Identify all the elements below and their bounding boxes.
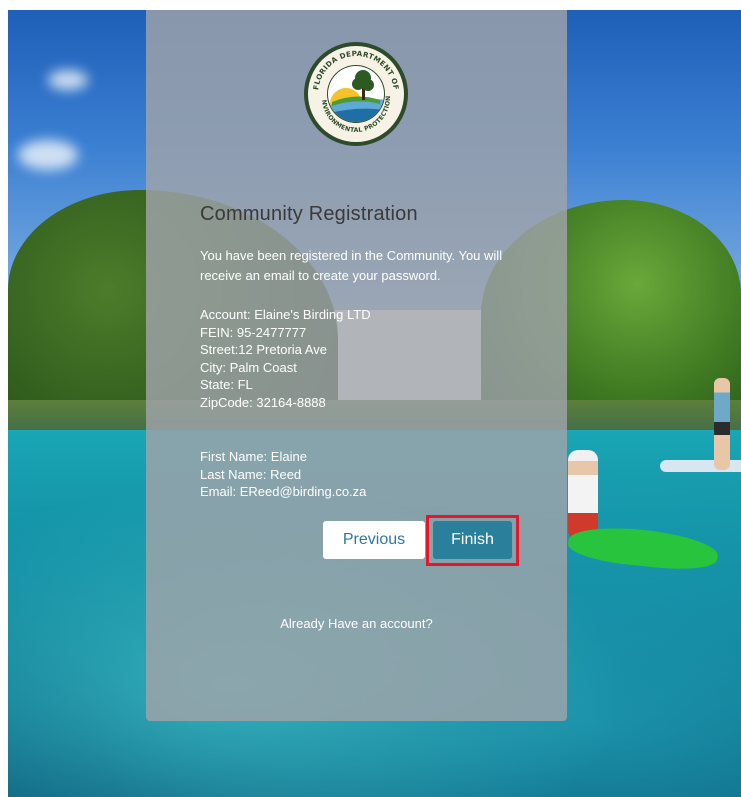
- account-zip: ZipCode: 32164-8888: [200, 394, 326, 410]
- contact-details: First Name: Elaine Last Name: Reed Email…: [200, 448, 530, 501]
- account-details: Account: Elaine's Birding LTD FEIN: 95-2…: [200, 306, 530, 412]
- page-title: Community Registration: [200, 203, 418, 225]
- cloud: [48, 70, 88, 90]
- cloud: [18, 140, 78, 170]
- confirmation-message: You have been registered in the Communit…: [200, 248, 503, 283]
- account-state: State: FL: [200, 377, 253, 393]
- contact-last-name: Last Name: Reed: [200, 466, 302, 482]
- account-name: Account: Elaine's Birding LTD: [200, 307, 371, 322]
- finish-button[interactable]: Finish: [433, 521, 512, 559]
- kayaker: [568, 450, 598, 540]
- contact-email: Email: EReed@birding.co.za: [200, 484, 367, 500]
- account-street: Street:12 Pretoria Ave: [200, 342, 327, 358]
- account-city: City: Palm Coast: [200, 359, 297, 375]
- fdep-seal-icon: FLORIDA DEPARTMENT OF ENVIRONMENTAL PROT…: [302, 40, 408, 146]
- contact-first-name: First Name: Elaine: [200, 449, 307, 464]
- account-fein: FEIN: 95-2477777: [200, 324, 307, 340]
- previous-button[interactable]: Previous: [323, 521, 425, 559]
- login-link[interactable]: Already Have an account?: [146, 616, 567, 631]
- paddleboarder: [714, 378, 730, 470]
